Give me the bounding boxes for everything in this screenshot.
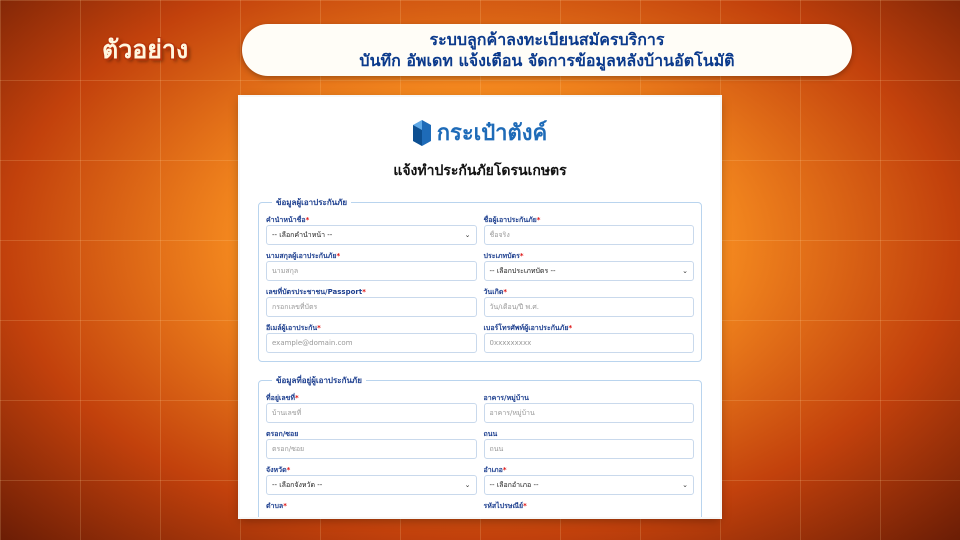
firstname-input[interactable]: ชื่อจริง: [483, 225, 694, 245]
brand-logo: กระเป๋าตังค์: [240, 115, 720, 150]
lastname-label: นามสกุลผู้เอาประกันภัย*: [266, 252, 341, 260]
prefix-select[interactable]: -- เลือกคำนำหน้า -- ⌄: [266, 225, 477, 245]
soi-label: ตรอก/ซอย: [266, 430, 299, 438]
email-input[interactable]: example@domain.com: [266, 333, 477, 353]
chevron-down-icon: ⌄: [682, 267, 688, 275]
example-badge: ตัวอย่าง: [102, 35, 189, 64]
postcode-label: รหัสไปรษณีย์*: [483, 502, 527, 510]
prefix-label: คำนำหน้าชื่อ*: [266, 216, 310, 224]
phone-input[interactable]: 0xxxxxxxxx: [483, 333, 694, 353]
chevron-down-icon: ⌄: [464, 231, 471, 239]
cardtype-label: ประเภทบัตร*: [483, 252, 524, 260]
banner-line-2: บันทึก อัพเดท แจ้งเตือน จัดการข้อมูลหลัง…: [359, 51, 735, 70]
cardtype-select[interactable]: -- เลือกประเภทบัตร -- ⌄: [483, 261, 694, 281]
section-legend: ข้อมูลที่อยู่ผู้เอาประกันภัย: [276, 376, 362, 385]
soi-input[interactable]: ตรอก/ซอย: [266, 439, 477, 459]
subdistrict-label: ตำบล*: [266, 502, 287, 510]
form-title: แจ้งทำประกันภัยโดรนเกษตร: [393, 163, 567, 179]
houseno-label: ที่อยู่เลขที่*: [266, 394, 299, 402]
title-banner: ระบบลูกค้าลงทะเบียนสมัครบริการ บันทึก อั…: [242, 24, 852, 76]
firstname-label: ชื่อผู้เอาประกันภัย*: [483, 216, 541, 224]
idnumber-label: เลขที่บัตรประชาชน/Passport*: [266, 288, 366, 296]
address-section: ข้อมูลที่อยู่ผู้เอาประกันภัย ที่อยู่เลขท…: [258, 374, 702, 517]
road-input[interactable]: ถนน: [483, 439, 694, 459]
district-label: อำเภอ*: [483, 466, 507, 474]
insured-info-section: ข้อมูลผู้เอาประกันภัย คำนำหน้าชื่อ* -- เ…: [258, 196, 702, 362]
province-label: จังหวัด*: [266, 466, 291, 474]
houseno-input[interactable]: บ้านเลขที่: [266, 403, 477, 423]
form-panel: กระเป๋าตังค์ แจ้งทำประกันภัยโดรนเกษตร ข้…: [240, 97, 720, 517]
idnumber-input[interactable]: กรอกเลขที่บัตร: [266, 297, 477, 317]
birthdate-input[interactable]: วัน/เดือน/ปี พ.ศ.: [483, 297, 694, 317]
birthdate-label: วันเกิด*: [483, 288, 508, 296]
building-input[interactable]: อาคาร/หมู่บ้าน: [483, 403, 694, 423]
wallet-logo-icon: [412, 119, 431, 146]
province-select[interactable]: -- เลือกจังหวัด -- ⌄: [266, 475, 477, 495]
building-label: อาคาร/หมู่บ้าน: [483, 394, 529, 402]
phone-label: เบอร์โทรศัพท์ผู้เอาประกันภัย*: [483, 324, 573, 332]
lastname-input[interactable]: นามสกุล: [266, 261, 477, 281]
logo-text: กระเป๋าตังค์: [436, 121, 548, 146]
chevron-down-icon: ⌄: [682, 481, 688, 489]
email-label: อีเมล์ผู้เอาประกัน*: [266, 324, 321, 332]
road-label: ถนน: [483, 430, 498, 438]
banner-line-1: ระบบลูกค้าลงทะเบียนสมัครบริการ: [429, 30, 665, 49]
section-legend: ข้อมูลผู้เอาประกันภัย: [276, 198, 348, 207]
chevron-down-icon: ⌄: [464, 481, 471, 489]
district-select[interactable]: -- เลือกอำเภอ -- ⌄: [483, 475, 694, 495]
